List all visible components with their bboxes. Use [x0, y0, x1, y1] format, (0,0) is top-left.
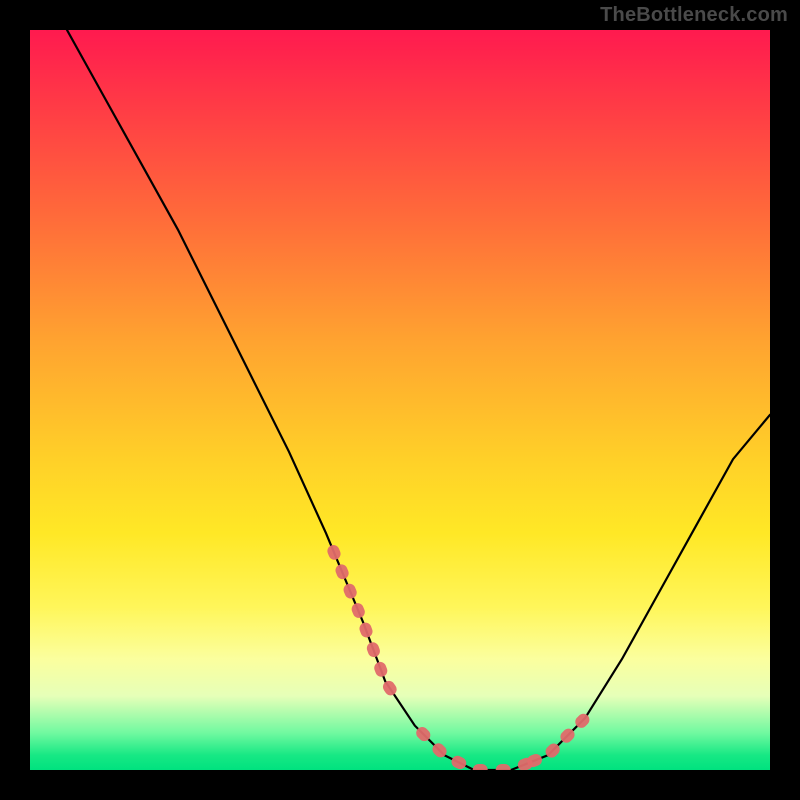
bottleneck-curve [67, 30, 770, 770]
marker-left-descending [333, 551, 400, 703]
chart-container: TheBottleneck.com [0, 0, 800, 800]
marker-flat-bottom [422, 733, 533, 770]
plot-area [30, 30, 770, 770]
marker-right-ascending [533, 718, 585, 761]
watermark-label: TheBottleneck.com [600, 4, 788, 27]
curve-svg [30, 30, 770, 770]
